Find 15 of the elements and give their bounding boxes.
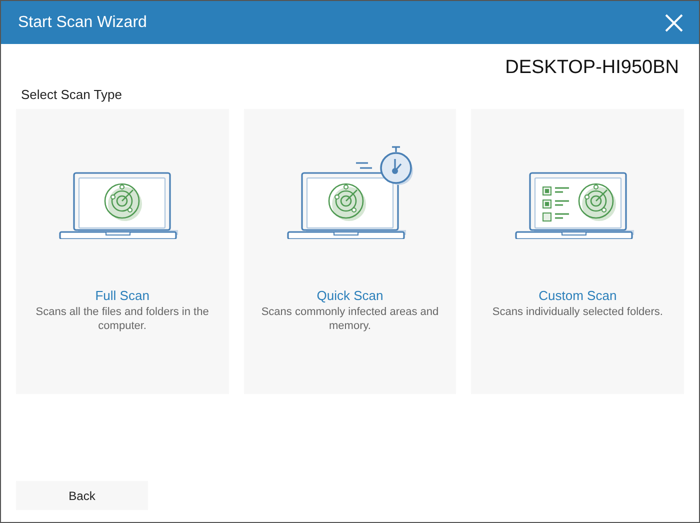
window-title: Start Scan Wizard bbox=[18, 12, 147, 32]
computer-name: DESKTOP-HI950BN bbox=[505, 56, 679, 80]
scan-type-description: Scans individually selected folders. bbox=[492, 305, 663, 319]
close-icon bbox=[665, 14, 683, 32]
scan-type-card[interactable]: Quick Scan Scans commonly infected areas and memory. bbox=[244, 108, 456, 394]
section-label: Select Scan Type bbox=[21, 86, 122, 102]
scan-type-description: Scans all the files and folders in the computer. bbox=[34, 305, 210, 333]
scan-type-title: Custom Scan bbox=[538, 286, 617, 304]
scan-type-title: Full Scan bbox=[95, 286, 150, 304]
scan-type-description: Scans commonly infected areas and memory. bbox=[260, 305, 440, 333]
scan-type-title: Quick Scan bbox=[316, 286, 384, 304]
close-button[interactable] bbox=[663, 12, 685, 34]
scan-type-card[interactable]: Full Scan Scans all the files and folders in the computer. bbox=[16, 108, 229, 394]
back-button[interactable]: Back bbox=[16, 481, 148, 510]
scan-type-card[interactable]: Custom Scan Scans individually selected folders. bbox=[471, 108, 684, 394]
